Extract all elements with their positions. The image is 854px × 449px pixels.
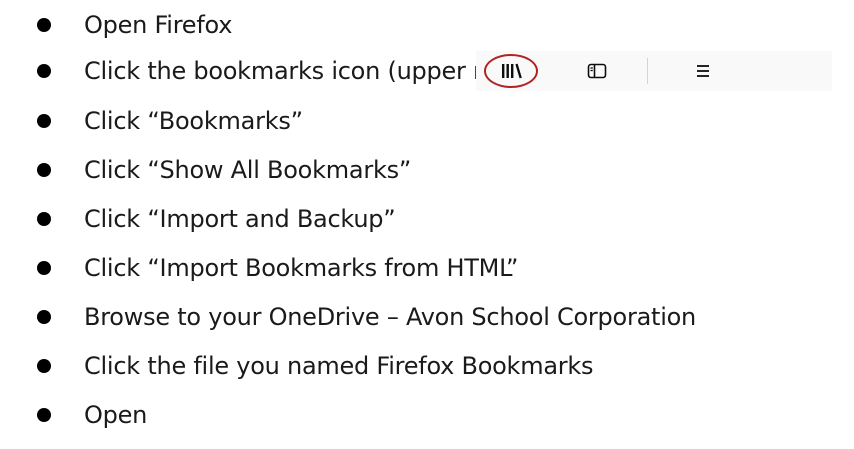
bullet [37,310,51,324]
menu-icon[interactable] [691,59,715,83]
toolbar-divider [647,58,648,84]
step-text: Click “Bookmarks” [84,107,303,135]
step-text: Click the bookmarks icon (upper right) [84,57,538,85]
step-text: Click “Import and Backup” [84,205,396,233]
step-text: Click “Show All Bookmarks” [84,156,412,184]
step-text: Open [84,401,148,429]
library-icon[interactable] [497,59,525,83]
step-text: Click the file you named Firefox Bookmar… [84,352,594,380]
sidebar-icon[interactable] [585,59,609,83]
bullet [37,212,51,226]
step-text: Click “Import Bookmarks from HTML” [84,254,519,282]
step-text: Browse to your OneDrive – Avon School Co… [84,303,697,331]
bullet [37,408,51,422]
step-text: Open Firefox [84,11,233,39]
bullet [37,64,51,78]
bullet [37,261,51,275]
bullet [37,18,51,32]
firefox-toolbar-excerpt [476,51,832,91]
bullet [37,163,51,177]
bullet [37,359,51,373]
bullet [37,114,51,128]
